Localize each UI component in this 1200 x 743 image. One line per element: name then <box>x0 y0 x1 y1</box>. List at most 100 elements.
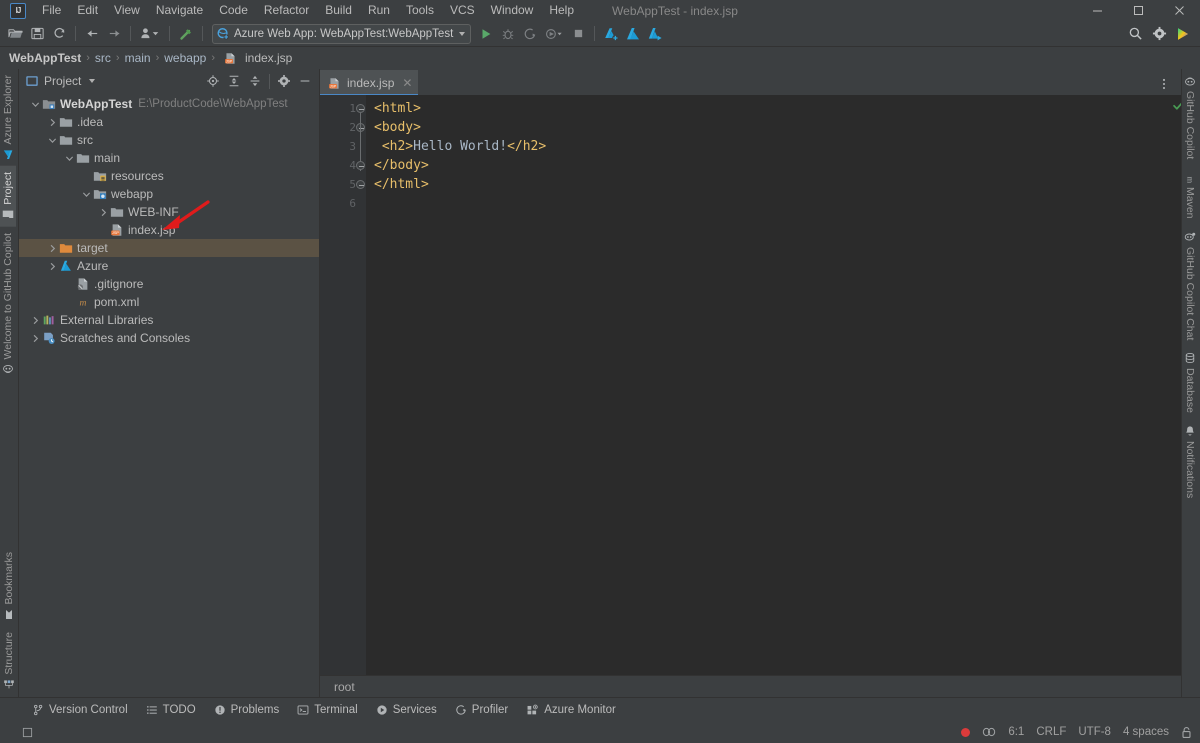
collapse-all-icon[interactable] <box>245 71 265 91</box>
profile-dropdown-icon[interactable] <box>136 23 164 45</box>
tool-stripe-button-notifications[interactable]: Notifications <box>1182 419 1198 504</box>
breadcrumb-item-webapptest[interactable]: WebAppTest <box>8 51 82 65</box>
chevron-right-icon[interactable] <box>46 262 58 271</box>
menu-item-help[interactable]: Help <box>541 0 582 21</box>
tree-row[interactable]: WebAppTestE:\ProductCode\WebAppTest <box>19 95 319 113</box>
tool-stripe-button-welcome-to-github-copilot[interactable]: Welcome to GitHub Copilot <box>0 227 16 381</box>
settings-gear-icon[interactable] <box>1148 23 1170 45</box>
run-icon[interactable] <box>475 23 497 45</box>
menu-item-code[interactable]: Code <box>211 0 256 21</box>
tree-row[interactable]: mpom.xml <box>19 293 319 311</box>
tree-row[interactable]: JSPindex.jsp <box>19 221 319 239</box>
tool-window-button-problems[interactable]: Problems <box>206 701 288 719</box>
tree-row[interactable]: resources <box>19 167 319 185</box>
breadcrumb-file[interactable]: index.jsp <box>245 51 292 65</box>
menu-item-run[interactable]: Run <box>360 0 398 21</box>
forward-arrow-icon[interactable] <box>103 23 125 45</box>
run-configuration-selector[interactable]: Azure Web App: WebAppTest:WebAppTest <box>212 24 471 44</box>
tool-window-button-profiler[interactable]: Profiler <box>447 701 516 719</box>
breadcrumb-item-webapp[interactable]: webapp <box>163 51 207 65</box>
tree-row[interactable]: target <box>19 239 319 257</box>
error-stripe-gutter[interactable] <box>1169 95 1181 675</box>
tree-row[interactable]: .idea <box>19 113 319 131</box>
fold-marker[interactable] <box>356 161 365 170</box>
tool-stripe-button-github-copilot[interactable]: GitHub Copilot <box>1182 69 1198 165</box>
breadcrumb-item-main[interactable]: main <box>124 51 152 65</box>
fold-marker[interactable] <box>356 180 365 189</box>
tool-stripe-button-database[interactable]: Database <box>1182 346 1198 419</box>
chevron-down-icon[interactable] <box>459 32 465 36</box>
tool-stripe-button-azure-explorer[interactable]: Azure Explorer <box>0 69 16 166</box>
build-hammer-icon[interactable] <box>175 23 197 45</box>
back-arrow-icon[interactable] <box>81 23 103 45</box>
tree-row[interactable]: main <box>19 149 319 167</box>
tool-stripe-button-structure[interactable]: Structure <box>0 626 18 697</box>
tool-stripe-button-bookmarks[interactable]: Bookmarks <box>0 546 18 627</box>
editor-bottom-breadcrumb[interactable]: root <box>320 675 1181 697</box>
chevron-down-icon[interactable] <box>80 190 92 199</box>
save-icon[interactable] <box>26 23 48 45</box>
chevron-down-icon[interactable] <box>29 100 41 109</box>
chevron-down-icon[interactable] <box>46 136 58 145</box>
tree-row[interactable]: External Libraries <box>19 311 319 329</box>
tool-window-button-azure-monitor[interactable]: Azure Monitor <box>518 701 624 719</box>
azure-run-icon[interactable] <box>644 23 666 45</box>
indent-setting[interactable]: 4 spaces <box>1123 726 1169 738</box>
code-editor[interactable]: 123456 <html><body> <h2>Hello World!</h2… <box>320 95 1181 675</box>
chevron-right-icon[interactable] <box>29 316 41 325</box>
minimize-button[interactable] <box>1077 0 1118 21</box>
inspections-icon[interactable] <box>982 726 996 738</box>
chevron-right-icon[interactable] <box>46 244 58 253</box>
menu-item-vcs[interactable]: VCS <box>442 0 483 21</box>
chevron-right-icon[interactable] <box>46 118 58 127</box>
tool-stripe-button-github-copilot-chat[interactable]: GitHub Copilot Chat <box>1182 225 1198 346</box>
menu-item-window[interactable]: Window <box>483 0 542 21</box>
line-separator[interactable]: CRLF <box>1036 726 1066 738</box>
chevron-right-icon[interactable] <box>97 208 109 217</box>
chevron-right-icon[interactable] <box>29 334 41 343</box>
sync-icon[interactable] <box>48 23 70 45</box>
hide-icon[interactable] <box>295 71 315 91</box>
tool-window-button-todo[interactable]: TODO <box>138 701 204 719</box>
tree-row[interactable]: Scratches and Consoles <box>19 329 319 347</box>
tool-window-button-services[interactable]: Services <box>368 701 445 719</box>
chevron-down-icon[interactable] <box>63 154 75 163</box>
tool-window-button-terminal[interactable]: Terminal <box>289 701 365 719</box>
search-icon[interactable] <box>1124 23 1146 45</box>
file-encoding[interactable]: UTF-8 <box>1078 726 1111 738</box>
menu-item-build[interactable]: Build <box>317 0 360 21</box>
profile-icon[interactable] <box>541 23 567 45</box>
maximize-button[interactable] <box>1118 0 1159 21</box>
tool-stripe-button-maven[interactable]: mMaven <box>1182 165 1198 225</box>
editor-tab-index-jsp[interactable]: JSP index.jsp ✕ <box>320 70 418 95</box>
expand-all-icon[interactable] <box>224 71 244 91</box>
close-icon[interactable]: ✕ <box>402 76 412 90</box>
azure-icon[interactable] <box>622 23 644 45</box>
breadcrumb-item-src[interactable]: src <box>94 51 112 65</box>
azure-deploy-icon[interactable] <box>600 23 622 45</box>
tree-row[interactable]: .gitignore <box>19 275 319 293</box>
menu-item-refactor[interactable]: Refactor <box>256 0 317 21</box>
chevron-down-icon[interactable] <box>89 79 95 83</box>
tree-row[interactable]: Azure <box>19 257 319 275</box>
tree-row[interactable]: webapp <box>19 185 319 203</box>
lock-icon[interactable] <box>1181 726 1192 739</box>
fold-marker[interactable] <box>356 104 365 113</box>
open-folder-icon[interactable] <box>4 23 26 45</box>
locate-icon[interactable] <box>203 71 223 91</box>
record-dot-icon[interactable] <box>961 728 970 737</box>
tree-row[interactable]: WEB-INF <box>19 203 319 221</box>
ai-assistant-icon[interactable] <box>1172 23 1194 45</box>
caret-position[interactable]: 6:1 <box>1008 726 1024 738</box>
debug-icon[interactable] <box>497 23 519 45</box>
code-content[interactable]: <html><body> <h2>Hello World!</h2></body… <box>366 95 1169 675</box>
tool-stripe-button-project[interactable]: Project <box>0 166 16 227</box>
settings-gear-icon[interactable] <box>274 71 294 91</box>
tree-row[interactable]: src <box>19 131 319 149</box>
menu-item-navigate[interactable]: Navigate <box>148 0 211 21</box>
close-button[interactable] <box>1159 0 1200 21</box>
stop-icon[interactable] <box>567 23 589 45</box>
menu-item-edit[interactable]: Edit <box>69 0 106 21</box>
menu-item-file[interactable]: File <box>34 0 69 21</box>
memory-indicator-icon[interactable] <box>22 727 33 738</box>
